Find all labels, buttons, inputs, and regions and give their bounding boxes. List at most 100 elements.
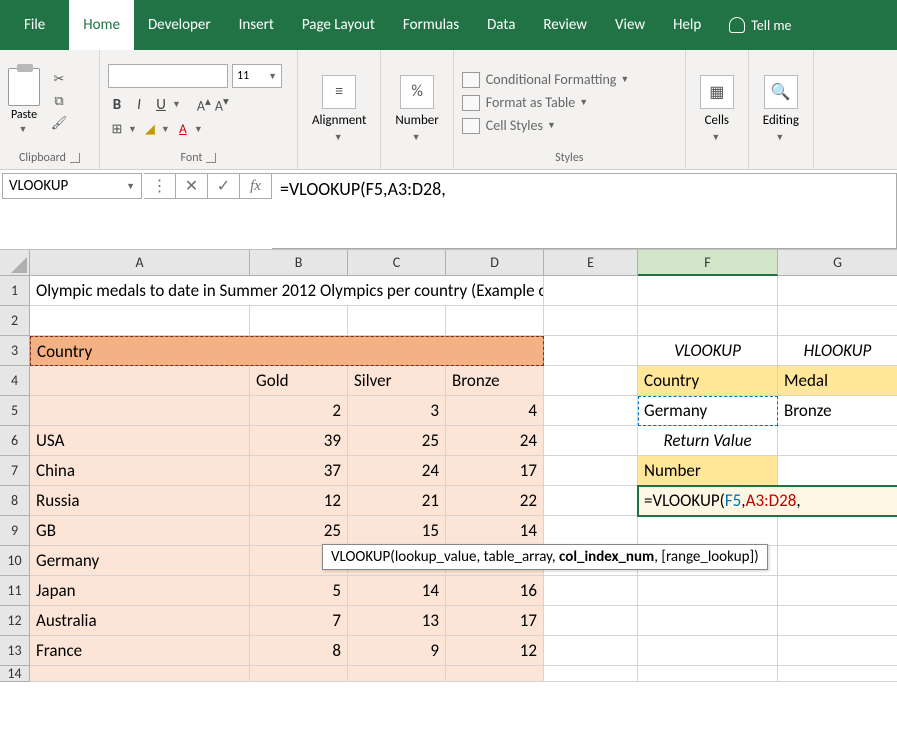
cell[interactable]: [544, 666, 638, 682]
row-header[interactable]: 3: [0, 336, 30, 366]
editing-button[interactable]: 🔍 Editing ▼: [757, 71, 805, 147]
functions-dropdown[interactable]: ⋮: [144, 173, 176, 199]
cell[interactable]: [544, 516, 638, 546]
cell[interactable]: 12: [250, 486, 348, 516]
insert-function-button[interactable]: fx: [240, 173, 272, 199]
alignment-button[interactable]: ≡ Alignment ▼: [306, 71, 372, 147]
cell[interactable]: [544, 456, 638, 486]
cell[interactable]: [778, 546, 897, 576]
tab-formulas[interactable]: Formulas: [389, 0, 473, 50]
cell[interactable]: [446, 666, 544, 682]
cell[interactable]: [638, 276, 778, 306]
cell[interactable]: Country: [638, 366, 778, 396]
cell[interactable]: [250, 306, 348, 336]
bold-button[interactable]: B: [108, 96, 126, 114]
cell[interactable]: Number: [638, 456, 778, 486]
cell[interactable]: France: [30, 636, 250, 666]
cell[interactable]: Germany: [30, 546, 250, 576]
cell[interactable]: [544, 366, 638, 396]
cell[interactable]: Gold: [250, 366, 348, 396]
col-header[interactable]: F: [638, 250, 778, 276]
row-header[interactable]: 2: [0, 306, 30, 336]
cell[interactable]: HLOOKUP: [778, 336, 897, 366]
shrink-font-button[interactable]: A▾: [215, 94, 229, 115]
underline-button[interactable]: U: [152, 96, 170, 114]
grow-font-button[interactable]: A▴: [197, 94, 211, 115]
cell[interactable]: 12: [446, 636, 544, 666]
dialog-launcher-icon[interactable]: [206, 153, 216, 163]
cell[interactable]: [638, 576, 778, 606]
cell[interactable]: 14: [348, 576, 446, 606]
cell[interactable]: 9: [348, 636, 446, 666]
tab-view[interactable]: View: [601, 0, 659, 50]
cut-button[interactable]: ✂: [50, 71, 68, 89]
font-name-combo[interactable]: [108, 64, 228, 88]
tab-file[interactable]: File: [0, 0, 69, 50]
tell-me[interactable]: Tell me: [719, 17, 801, 34]
conditional-formatting-button[interactable]: Conditional Formatting▼: [462, 71, 630, 88]
tab-data[interactable]: Data: [473, 0, 529, 50]
cell[interactable]: 8: [250, 636, 348, 666]
enter-button[interactable]: ✓: [208, 173, 240, 199]
row-header[interactable]: 8: [0, 486, 30, 516]
cell[interactable]: [30, 666, 250, 682]
cell[interactable]: [778, 456, 897, 486]
row-header[interactable]: 5: [0, 396, 30, 426]
cell[interactable]: [544, 396, 638, 426]
cell[interactable]: [638, 306, 778, 336]
tab-page-layout[interactable]: Page Layout: [288, 0, 389, 50]
borders-button[interactable]: ⊞: [108, 121, 126, 139]
cell[interactable]: [638, 516, 778, 546]
cell[interactable]: 7: [250, 606, 348, 636]
cell[interactable]: 14: [446, 516, 544, 546]
cancel-button[interactable]: ✕: [176, 173, 208, 199]
select-all-corner[interactable]: [0, 250, 30, 276]
formula-input[interactable]: =VLOOKUP(F5,A3:D28,: [272, 173, 897, 249]
active-cell[interactable]: =VLOOKUP(F5,A3:D28,: [638, 486, 897, 516]
tab-home[interactable]: Home: [69, 0, 134, 50]
italic-button[interactable]: I: [130, 96, 148, 114]
cell[interactable]: Return Value: [638, 426, 778, 456]
cell[interactable]: [778, 276, 897, 306]
row-header[interactable]: 11: [0, 576, 30, 606]
cell[interactable]: [638, 606, 778, 636]
row-header[interactable]: 14: [0, 666, 30, 682]
cell[interactable]: GB: [30, 516, 250, 546]
cell[interactable]: Medal: [778, 366, 897, 396]
paste-button[interactable]: Paste ▼: [8, 68, 40, 135]
row-header[interactable]: 1: [0, 276, 30, 306]
cell[interactable]: [30, 396, 250, 426]
cell[interactable]: 13: [348, 606, 446, 636]
cell[interactable]: [250, 666, 348, 682]
col-header[interactable]: A: [30, 250, 250, 276]
cell[interactable]: [544, 336, 638, 366]
col-header[interactable]: D: [446, 250, 544, 276]
col-header[interactable]: G: [778, 250, 897, 276]
cell[interactable]: Bronze: [778, 396, 897, 426]
cell[interactable]: 15: [348, 516, 446, 546]
cell[interactable]: [348, 666, 446, 682]
font-color-button[interactable]: A: [174, 121, 192, 139]
cell[interactable]: 22: [446, 486, 544, 516]
cell[interactable]: [544, 276, 638, 306]
tab-insert[interactable]: Insert: [225, 0, 288, 50]
cell[interactable]: [544, 486, 638, 516]
cell[interactable]: 37: [250, 456, 348, 486]
row-header[interactable]: 7: [0, 456, 30, 486]
cell[interactable]: [30, 306, 250, 336]
name-box[interactable]: VLOOKUP▼: [2, 173, 142, 199]
cell[interactable]: [544, 306, 638, 336]
col-header[interactable]: C: [348, 250, 446, 276]
row-header[interactable]: 6: [0, 426, 30, 456]
cell[interactable]: 17: [446, 606, 544, 636]
format-painter-button[interactable]: 🖌: [50, 115, 68, 133]
cell[interactable]: Germany: [638, 396, 778, 426]
row-header[interactable]: 4: [0, 366, 30, 396]
cell[interactable]: Country: [30, 336, 544, 366]
cell-styles-button[interactable]: Cell Styles▼: [462, 117, 630, 134]
cell[interactable]: 24: [446, 426, 544, 456]
row-header[interactable]: 10: [0, 546, 30, 576]
cell[interactable]: [778, 606, 897, 636]
cell[interactable]: 24: [348, 456, 446, 486]
cell[interactable]: USA: [30, 426, 250, 456]
